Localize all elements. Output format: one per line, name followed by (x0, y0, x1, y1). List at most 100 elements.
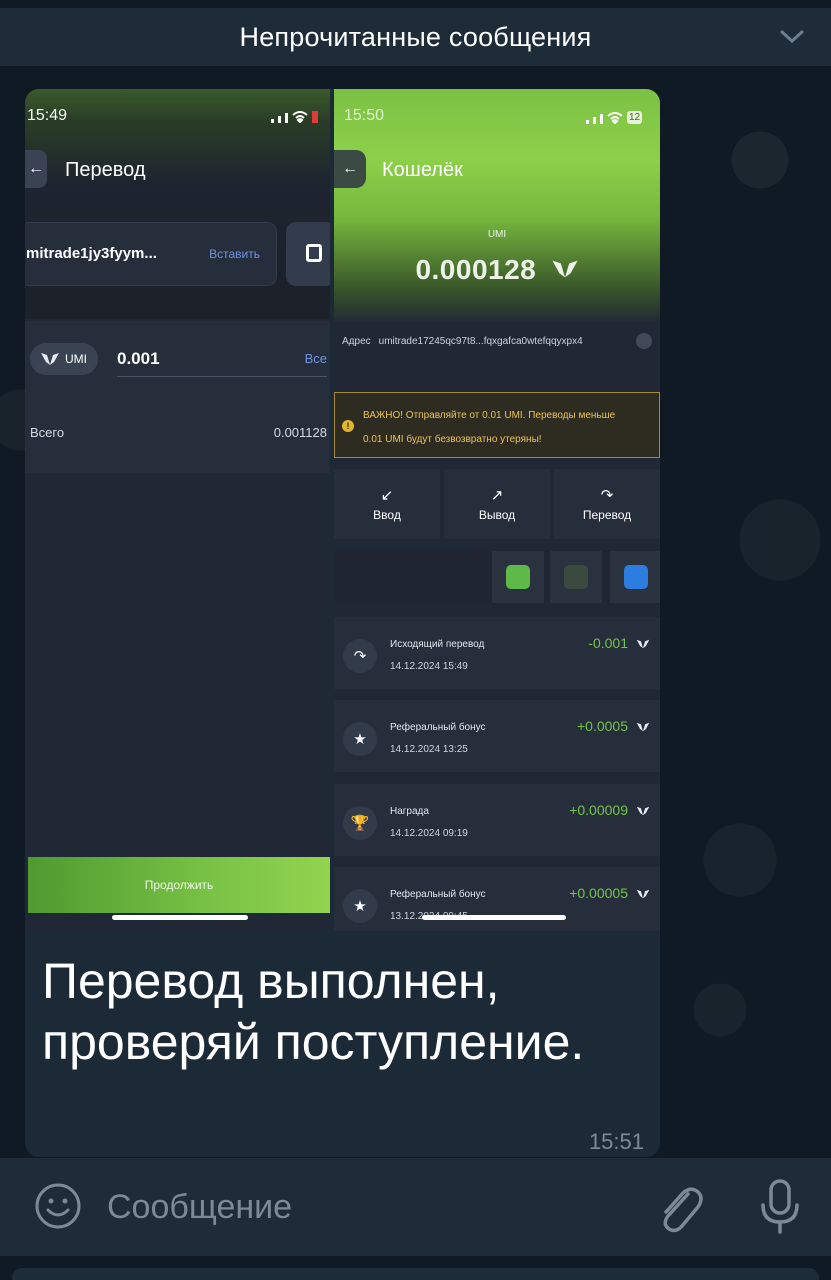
scan-icon (306, 244, 322, 262)
wallet-title: Кошелёк (382, 159, 463, 181)
home-indicator (112, 915, 248, 920)
trophy-icon: 🏆 (343, 806, 377, 840)
transaction-date: 14.12.2024 15:49 (390, 661, 468, 672)
transaction-date: 14.12.2024 09:19 (390, 828, 468, 839)
message-bubble: 15:49 ← Перевод mitrade1jy3fyym... Встав… (25, 89, 660, 1157)
action-label: Перевод (582, 508, 632, 522)
umi-app-icon (564, 565, 588, 589)
transfer-title: Перевод (65, 159, 146, 181)
umi-logo-icon (551, 260, 578, 278)
back-button[interactable]: ← (334, 150, 366, 188)
address-value: umitrade17245qc97t8...fqxgafca0wtefqqyxp… (378, 335, 583, 347)
umi-logo-icon (636, 889, 650, 899)
warning-banner: ! ВАЖНО! Отправляйте от 0.01 UMI. Перево… (334, 392, 660, 458)
umi-logo-icon (636, 722, 650, 732)
amount-underline (117, 376, 327, 377)
action-label: Ввод (373, 508, 401, 522)
microphone-icon[interactable] (756, 1178, 804, 1236)
paste-button[interactable]: Вставить (209, 247, 260, 261)
message-input-bar: Сообщение (0, 1158, 831, 1256)
transaction-row[interactable]: 🏆 Награда 14.12.2024 09:19 +0.00009 (334, 784, 660, 856)
umi-logo-icon (636, 639, 650, 649)
chain-icon (624, 565, 648, 589)
app-shortcut[interactable] (610, 551, 660, 603)
transaction-row[interactable]: ★ Реферальный бонус 13.12.2024 09:45 +0.… (334, 867, 660, 931)
all-button[interactable]: Все (305, 351, 327, 366)
transaction-row[interactable]: ↷ Исходящий перевод 14.12.2024 15:49 -0.… (334, 617, 660, 689)
transfer-button[interactable]: ↷ Перевод (554, 469, 660, 539)
scan-button[interactable] (286, 222, 330, 286)
transaction-date: 14.12.2024 13:25 (390, 744, 468, 755)
continue-label: Продолжить (144, 878, 214, 892)
screenshot-album[interactable]: 15:49 ← Перевод mitrade1jy3fyym... Встав… (25, 89, 660, 931)
token-name: UMI (65, 352, 87, 366)
arrow-up-right-icon: ↗ (490, 487, 504, 504)
chevron-down-icon[interactable] (779, 26, 805, 46)
recipient-address-field[interactable]: mitrade1jy3fyym... Вставить (25, 222, 277, 286)
transaction-amount: -0.001 (588, 635, 628, 651)
forward-icon: ↷ (343, 639, 377, 673)
transaction-amount: +0.00009 (569, 802, 628, 818)
deposit-button[interactable]: ↙ Ввод (334, 469, 440, 539)
arrow-left-icon: ← (342, 160, 358, 177)
transaction-row[interactable]: ★ Реферальный бонус 14.12.2024 13:25 +0.… (334, 700, 660, 772)
app-shortcut[interactable] (550, 551, 602, 603)
transaction-name: Реферальный бонус (390, 722, 486, 733)
wifi-icon (607, 112, 623, 124)
status-time: 15:50 (344, 107, 385, 124)
app-shortcuts (334, 551, 660, 603)
copy-icon[interactable] (636, 333, 652, 349)
amount-card: UMI 0.001 Все Всего 0.001128 (25, 321, 330, 473)
umi-logo-icon (41, 353, 59, 365)
wallet-address-row[interactable]: Адрес umitrade17245qc97t8...fqxgafca0wte… (334, 325, 660, 357)
status-icons: 12 (586, 111, 643, 124)
token-selector[interactable]: UMI (30, 343, 98, 375)
divider (25, 291, 330, 319)
message-text: Перевод выполнен, проверяй поступление. (42, 953, 585, 1070)
recipient-address-value: mitrade1jy3fyym... (26, 245, 157, 262)
wallet-balance: 0.000128 (334, 254, 660, 286)
robot-icon (506, 565, 530, 589)
battery-icon (312, 111, 318, 123)
transaction-amount: +0.0005 (577, 718, 628, 734)
transaction-name: Исходящий перевод (390, 639, 485, 650)
total-value: 0.001128 (273, 425, 327, 440)
wallet-actions: ↙ Ввод ↗ Вывод ↷ Перевод (334, 469, 660, 539)
total-label: Всего (30, 425, 65, 440)
balance-value: 0.000128 (415, 254, 537, 285)
address-label: Адрес (342, 335, 371, 347)
screenshot-transfer[interactable]: 15:49 ← Перевод mitrade1jy3fyym... Встав… (25, 89, 330, 931)
message-time: 15:51 (588, 1129, 644, 1154)
screenshot-wallet[interactable]: 15:50 12 ← Кошелёк UMI 0.000128 Адрес um… (334, 89, 660, 931)
forward-icon: ↷ (600, 487, 614, 504)
unread-bar-title: Непрочитанные сообщения (239, 21, 592, 52)
transaction-amount: +0.00005 (569, 885, 628, 901)
battery-level: 12 (627, 111, 643, 124)
status-icons (271, 111, 318, 123)
back-button[interactable]: ← (25, 150, 47, 188)
app-shortcut[interactable] (492, 551, 544, 603)
unread-messages-bar[interactable]: Непрочитанные сообщения (0, 8, 831, 66)
amount-input[interactable]: 0.001 (117, 349, 160, 369)
warning-text-2: 0.01 UMI будут безвозвратно утеряны! (363, 434, 542, 445)
home-indicator (422, 915, 566, 920)
umi-logo-icon (636, 806, 650, 816)
star-icon: ★ (343, 722, 377, 756)
message-input[interactable]: Сообщение (107, 1188, 292, 1227)
status-time: 15:49 (27, 107, 68, 124)
action-label: Вывод (478, 508, 516, 522)
bottom-panel-edge (12, 1268, 819, 1280)
wifi-icon (292, 111, 308, 123)
transaction-name: Награда (390, 806, 429, 817)
withdraw-button[interactable]: ↗ Вывод (444, 469, 550, 539)
warning-text-1: ВАЖНО! Отправляйте от 0.01 UMI. Переводы… (363, 410, 616, 421)
continue-button[interactable]: Продолжить (28, 857, 330, 913)
arrow-left-icon: ← (28, 160, 44, 177)
arrow-down-left-icon: ↙ (380, 487, 394, 504)
paperclip-icon[interactable] (654, 1180, 704, 1234)
transaction-name: Реферальный бонус (390, 889, 486, 900)
star-icon: ★ (343, 889, 377, 923)
warning-icon: ! (342, 420, 354, 432)
token-label: UMI (487, 229, 507, 240)
emoji-icon[interactable] (34, 1182, 82, 1230)
